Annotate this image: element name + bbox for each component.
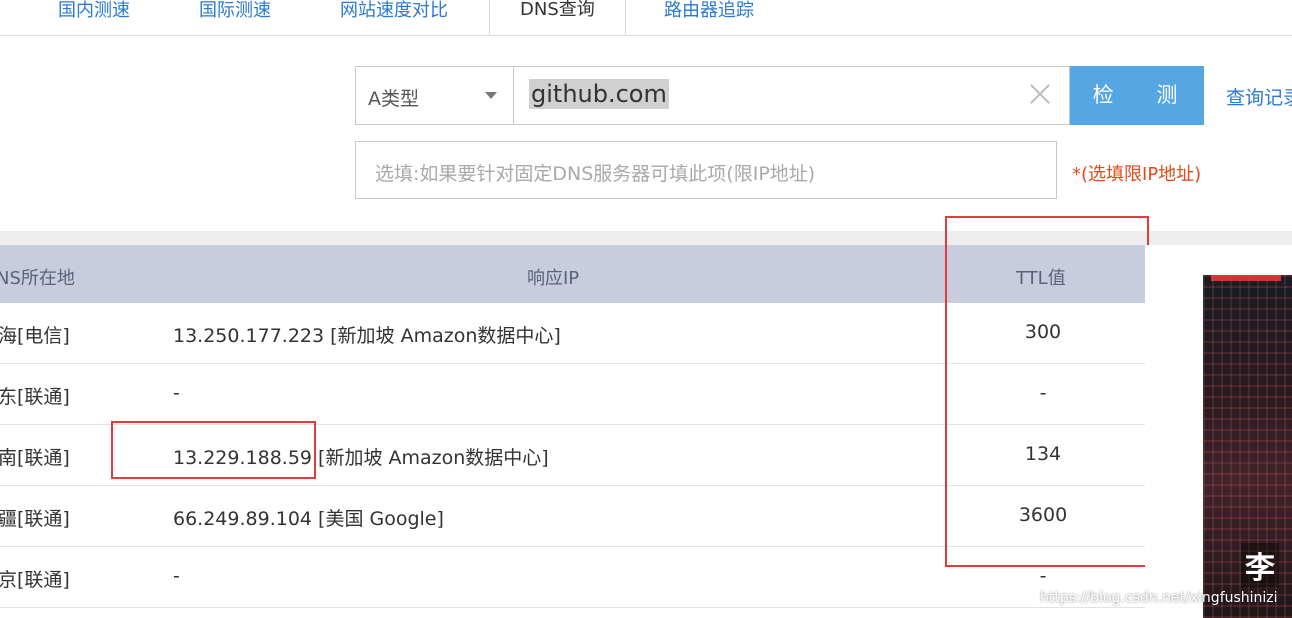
cell-ip: - — [173, 382, 180, 404]
tab-site-compare[interactable]: 网站速度对比 — [340, 0, 448, 35]
cell-location: 海[电信] — [0, 325, 70, 347]
cell-location: 京[联通] — [0, 569, 70, 591]
cell-ip: - — [173, 565, 180, 587]
tab-domestic-speed[interactable]: 国内测速 — [58, 0, 130, 35]
tab-bar: 国内测速 国际测速 网站速度对比 DNS查询 路由器追踪 — [0, 0, 1292, 36]
chevron-down-icon — [485, 92, 497, 99]
tab-dns-query[interactable]: DNS查询 — [489, 0, 626, 35]
ad-panel: 李 — [1145, 245, 1292, 618]
detect-button[interactable]: 检 测 — [1070, 66, 1204, 125]
domain-input-value: github.com — [529, 79, 669, 109]
header-response-ip: 响应IP — [527, 268, 580, 289]
tab-international-speed[interactable]: 国际测速 — [199, 0, 271, 35]
ip-highlight-box — [111, 421, 316, 479]
ad-text: 李 — [1241, 543, 1279, 587]
ad-glow — [1211, 275, 1281, 281]
cell-ip: 66.249.89.104 [美国 Google] — [173, 508, 444, 530]
record-type-value: A类型 — [368, 88, 419, 110]
header-location: NS所在地 — [0, 268, 75, 289]
dns-server-placeholder: 选填:如果要针对固定DNS服务器可填此项(限IP地址) — [375, 163, 816, 185]
ttl-highlight-box — [945, 216, 1149, 567]
domain-input[interactable]: github.com — [513, 66, 1070, 125]
ad-image[interactable]: 李 — [1203, 275, 1292, 618]
tab-route-trace[interactable]: 路由器追踪 — [664, 0, 754, 35]
cell-ip: 13.250.177.223 [新加坡 Amazon数据中心] — [173, 325, 561, 347]
dns-server-note: *(选填限IP地址) — [1072, 164, 1202, 185]
cell-location: 南[联通] — [0, 447, 70, 469]
watermark: https://blog.csdn.net/xingfushinizi — [1040, 590, 1278, 606]
close-icon[interactable] — [1029, 83, 1051, 105]
cell-ttl: - — [1039, 565, 1047, 587]
dns-server-input[interactable]: 选填:如果要针对固定DNS服务器可填此项(限IP地址) — [355, 141, 1057, 199]
cell-location: 疆[联通] — [0, 508, 70, 530]
cell-location: 东[联通] — [0, 386, 70, 408]
query-history-link[interactable]: 查询记录 — [1226, 83, 1292, 110]
record-type-select[interactable]: A类型 — [355, 66, 514, 125]
